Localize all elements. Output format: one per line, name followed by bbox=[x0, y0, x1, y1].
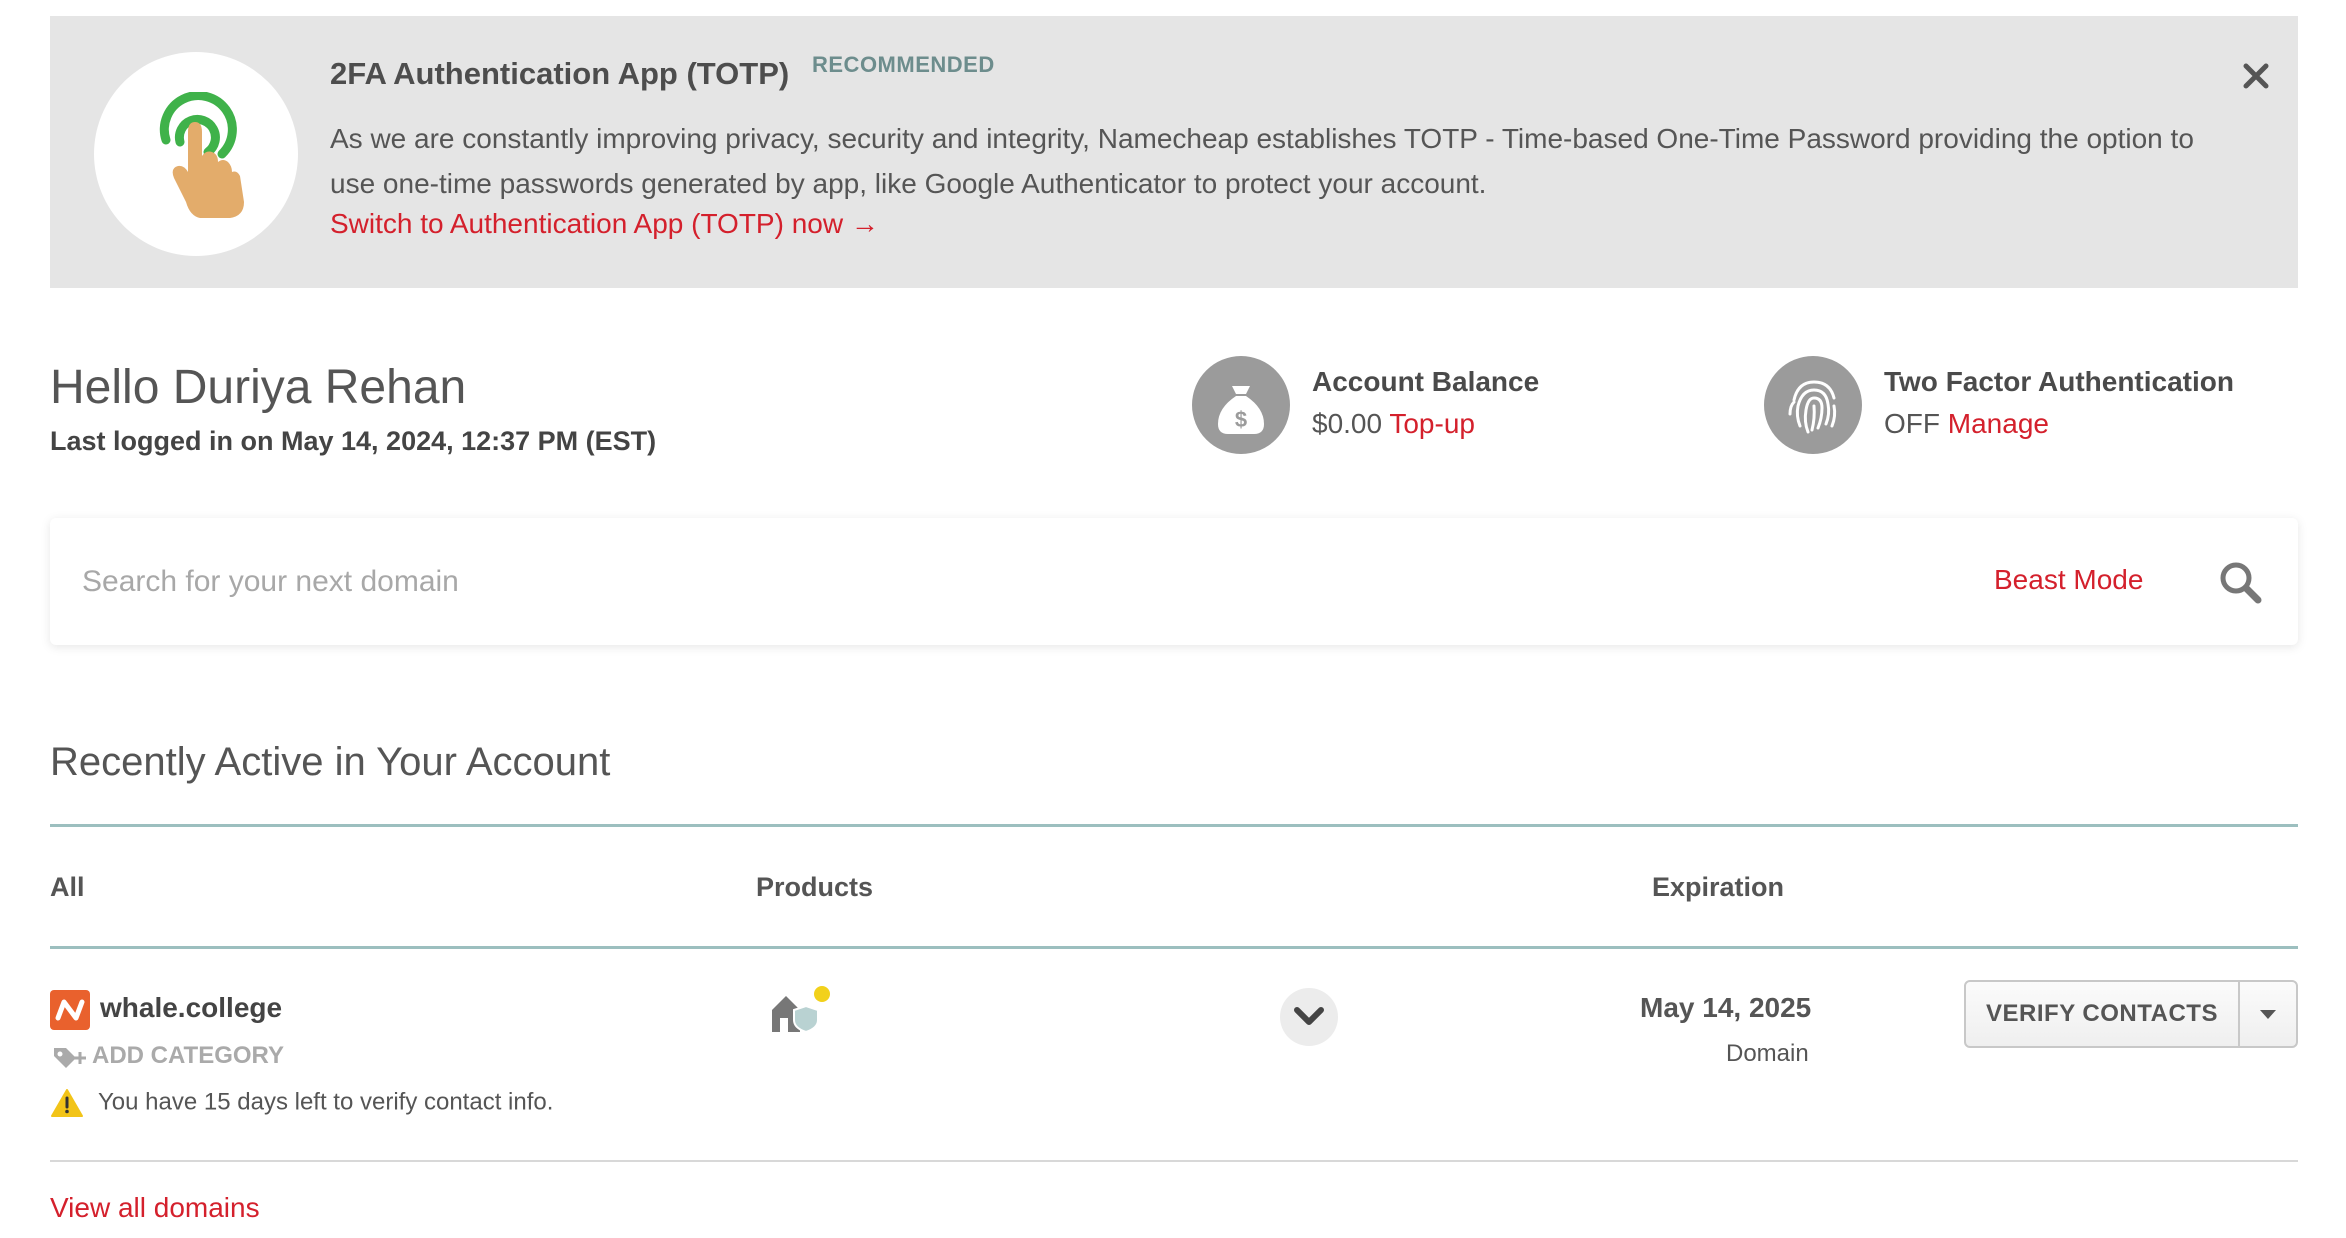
domain-search-input[interactable] bbox=[82, 554, 1782, 610]
add-category-button[interactable]: ADD CATEGORY bbox=[52, 1042, 284, 1070]
money-bag-icon: $ bbox=[1218, 386, 1264, 434]
domain-name-link[interactable]: whale.college bbox=[100, 992, 282, 1024]
row-divider bbox=[50, 1160, 2298, 1162]
svg-text:$: $ bbox=[1235, 407, 1247, 432]
house-shield-icon bbox=[772, 986, 830, 1034]
section-divider bbox=[50, 824, 2298, 827]
account-balance-value-row: $0.00 Top-up bbox=[1312, 408, 1475, 440]
fingerprint-icon bbox=[1788, 380, 1837, 434]
column-header-all[interactable]: All bbox=[50, 872, 85, 903]
namecheap-logo-icon bbox=[50, 990, 90, 1030]
account-balance-amount: $0.00 bbox=[1312, 408, 1383, 439]
banner-description: As we are constantly improving privacy, … bbox=[330, 123, 2194, 199]
two-factor-label: Two Factor Authentication bbox=[1884, 366, 2234, 397]
last-login-text: Last logged in on May 14, 2024, 12:37 PM… bbox=[50, 426, 657, 456]
view-all-domains-link[interactable]: View all domains bbox=[50, 1192, 260, 1224]
product-status-icon[interactable] bbox=[768, 984, 834, 1041]
expiration-type: Domain bbox=[1726, 1040, 1809, 1067]
header-divider bbox=[50, 946, 2298, 949]
tag-plus-icon bbox=[54, 1047, 86, 1068]
finger-tap-icon bbox=[159, 92, 244, 218]
account-balance-label: Account Balance bbox=[1312, 366, 1540, 397]
beast-mode-link[interactable]: Beast Mode bbox=[1994, 564, 2143, 596]
banner-close-button[interactable] bbox=[2236, 56, 2276, 96]
banner-title: 2FA Authentication App (TOTP) bbox=[330, 56, 790, 91]
add-category-label: ADD CATEGORY bbox=[92, 1042, 284, 1069]
banner-icon-circle bbox=[94, 52, 298, 256]
verify-warning-text: You have 15 days left to verify contact … bbox=[98, 1088, 554, 1116]
two-factor-value-row: OFF Manage bbox=[1884, 408, 2049, 440]
top-up-link[interactable]: Top-up bbox=[1389, 408, 1475, 439]
search-button[interactable] bbox=[2218, 560, 2262, 609]
manage-2fa-link[interactable]: Manage bbox=[1948, 408, 2049, 439]
two-factor-badge bbox=[1764, 356, 1862, 454]
column-header-products: Products bbox=[756, 872, 874, 902]
chevron-down-icon bbox=[1294, 1007, 1324, 1025]
expiration-date: May 14, 2025 bbox=[1640, 992, 1812, 1023]
verify-contacts-dropdown[interactable] bbox=[2240, 982, 2296, 1046]
caret-down-icon bbox=[2260, 1010, 2276, 1019]
switch-to-totp-link[interactable]: Switch to Authentication App (TOTP) now … bbox=[330, 208, 879, 240]
verify-contacts-split-button: VERIFY CONTACTS bbox=[1964, 980, 2298, 1048]
warning-icon bbox=[51, 1089, 83, 1117]
close-icon bbox=[2243, 63, 2269, 89]
recommended-badge: RECOMMENDED bbox=[812, 52, 995, 77]
verify-warning: You have 15 days left to verify contact … bbox=[50, 1088, 553, 1118]
verify-contacts-button[interactable]: VERIFY CONTACTS bbox=[1966, 982, 2238, 1046]
greeting-title: Hello Duriya Rehan bbox=[50, 361, 467, 414]
recent-activity-title: Recently Active in Your Account bbox=[50, 740, 611, 784]
expand-row-button[interactable] bbox=[1280, 988, 1338, 1046]
two-factor-status: OFF bbox=[1884, 408, 1940, 439]
search-icon bbox=[2220, 562, 2262, 604]
column-header-expiration: Expiration bbox=[1652, 872, 1785, 902]
domain-search-box: Beast Mode bbox=[50, 518, 2298, 645]
totp-banner: 2FA Authentication App (TOTP) RECOMMENDE… bbox=[50, 16, 2298, 288]
account-balance-badge: $ bbox=[1192, 356, 1290, 454]
